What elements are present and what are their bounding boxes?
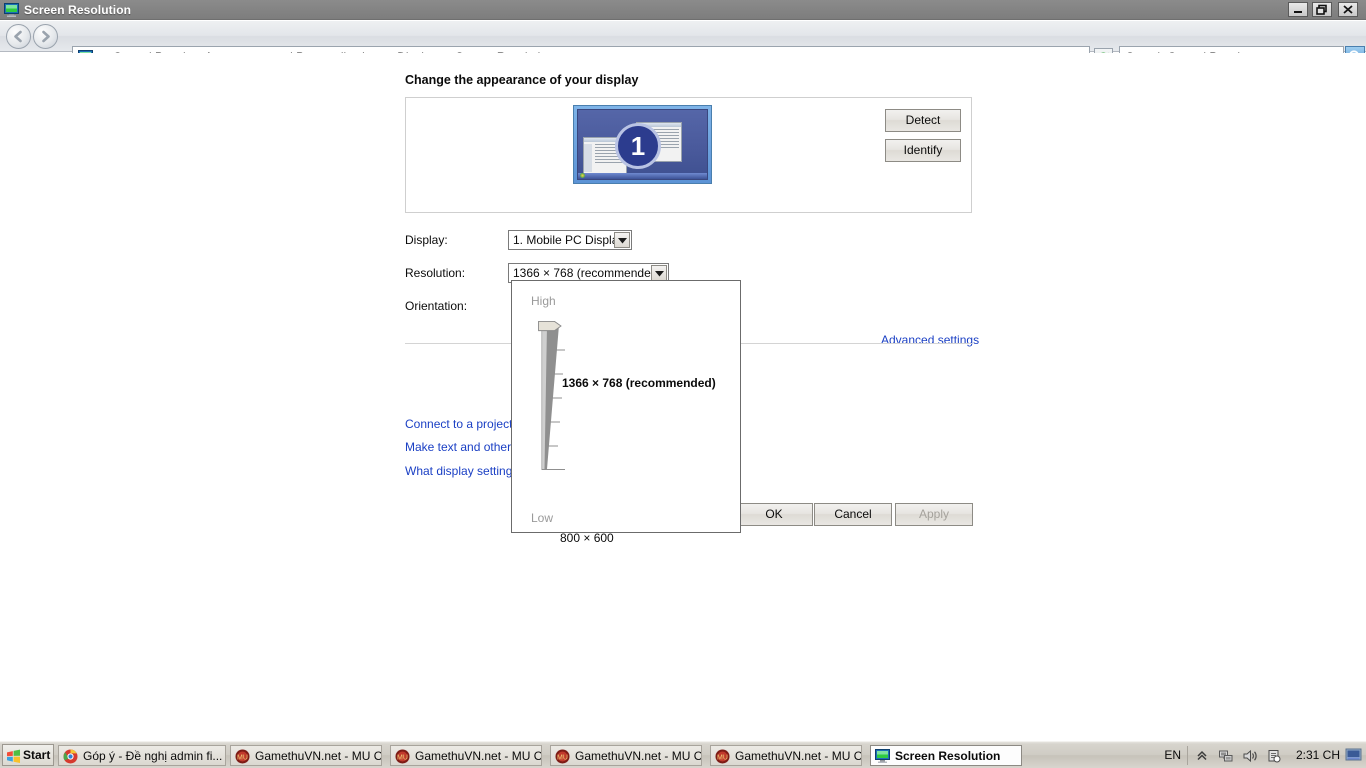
window-titlebar: Screen Resolution: [0, 0, 1366, 20]
taskbar-item[interactable]: MU GamethuVN.net - MU Onl...: [550, 745, 702, 766]
taskbar-item[interactable]: MU GamethuVN.net - MU Onl...: [390, 745, 542, 766]
start-button[interactable]: Start: [2, 744, 54, 766]
windows-flag-icon: [6, 749, 21, 767]
minimize-button[interactable]: [1288, 2, 1308, 17]
navigation-bar: Control Panel Appearance and Personaliza…: [0, 21, 1366, 68]
mu-online-icon: MU: [235, 749, 250, 764]
window-title: Screen Resolution: [24, 3, 132, 17]
connect-projector-link[interactable]: Connect to a projector: [405, 417, 523, 431]
svg-text:MU: MU: [237, 755, 248, 762]
svg-text:MU: MU: [557, 755, 568, 762]
svg-text:MU: MU: [717, 755, 728, 762]
taskbar-item-label: GamethuVN.net - MU Onl...: [255, 749, 381, 763]
network-icon[interactable]: [1218, 748, 1234, 764]
back-arrow-icon[interactable]: [6, 24, 31, 49]
mu-online-icon: MU: [555, 749, 570, 764]
display-icon: [875, 749, 890, 764]
resolution-label: Resolution:: [405, 266, 466, 280]
taskbar-item-label: GamethuVN.net - MU Onl...: [735, 749, 861, 763]
resolution-select-value: 1366 × 768 (recommended): [513, 266, 662, 280]
forward-arrow-icon[interactable]: [33, 24, 58, 49]
screen-root: Screen Resolution Change the appearance …: [0, 0, 1366, 768]
monitor-number-badge: 1: [615, 123, 661, 169]
display-select[interactable]: 1. Mobile PC Display: [508, 230, 632, 250]
taskbar-item-label: GamethuVN.net - MU Onl...: [575, 749, 701, 763]
clock[interactable]: 2:31 CH: [1296, 748, 1340, 762]
volume-icon[interactable]: [1242, 748, 1258, 764]
taskbar-item-active[interactable]: Screen Resolution: [870, 745, 1022, 766]
action-center-icon[interactable]: [1266, 748, 1282, 764]
slider-track-icon: [541, 325, 565, 470]
monitor-screen: 1: [577, 109, 708, 180]
mu-online-icon: MU: [395, 749, 410, 764]
content-area: Change the appearance of your display 1 …: [0, 53, 1366, 741]
mini-taskbar: [578, 173, 707, 179]
taskbar: Start Góp ý - Đề nghị admin fi... MU Gam…: [0, 741, 1366, 768]
svg-text:MU: MU: [397, 755, 408, 762]
show-desktop-icon[interactable]: [1345, 747, 1363, 764]
language-indicator[interactable]: EN: [1164, 748, 1181, 762]
slider-low-label: Low: [531, 511, 554, 525]
chevron-down-icon[interactable]: [651, 265, 667, 281]
cancel-button[interactable]: Cancel: [814, 503, 892, 526]
taskbar-item[interactable]: MU GamethuVN.net - MU Onl...: [710, 745, 862, 766]
slider-thumb-icon[interactable]: [537, 321, 563, 332]
mini-start-orb-icon: [580, 173, 585, 178]
mu-online-icon: MU: [715, 749, 730, 764]
mini-window-sidebar: [584, 144, 592, 172]
display-preview-panel: 1 Detect Identify: [405, 97, 972, 213]
monitor-preview[interactable]: 1: [573, 105, 712, 184]
display-select-value: 1. Mobile PC Display: [513, 233, 625, 247]
identify-button[interactable]: Identify: [885, 139, 961, 162]
taskbar-item-label: Góp ý - Đề nghị admin fi...: [83, 749, 223, 763]
close-button[interactable]: [1338, 2, 1358, 17]
apply-button: Apply: [895, 503, 973, 526]
display-icon: [4, 3, 19, 17]
chevron-down-icon[interactable]: [614, 232, 630, 248]
page-title: Change the appearance of your display: [405, 73, 639, 87]
restore-button[interactable]: [1312, 2, 1332, 17]
slider-lowest-value: 800 × 600: [560, 531, 614, 545]
resolution-slider[interactable]: [537, 321, 587, 511]
taskbar-item-label: GamethuVN.net - MU Onl...: [415, 749, 541, 763]
taskbar-item-label: Screen Resolution: [895, 749, 1001, 763]
display-label: Display:: [405, 233, 448, 247]
slider-high-label: High: [531, 294, 556, 308]
taskbar-item[interactable]: Góp ý - Đề nghị admin fi...: [58, 745, 226, 766]
taskbar-item[interactable]: MU GamethuVN.net - MU Onl...: [230, 745, 382, 766]
advanced-settings-link[interactable]: Advanced settings: [881, 333, 979, 347]
detect-button[interactable]: Detect: [885, 109, 961, 132]
chrome-icon: [63, 749, 78, 764]
chevron-up-icon[interactable]: [1194, 748, 1210, 764]
orientation-label: Orientation:: [405, 299, 468, 313]
ok-button[interactable]: OK: [735, 503, 813, 526]
tray-divider: [1187, 746, 1188, 765]
slider-current-value: 1366 × 768 (recommended): [562, 376, 716, 390]
start-label: Start: [23, 748, 51, 762]
resolution-dropdown-popup[interactable]: High Low 1366 × 768 (recommended) 800 × …: [511, 280, 741, 545]
